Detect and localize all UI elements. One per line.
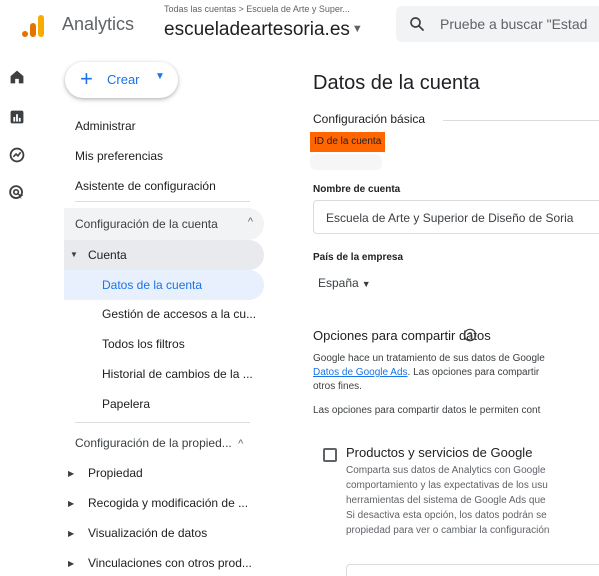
product-option-title: Productos y servicios de Google [346,445,533,460]
help-icon[interactable]: ? [463,328,477,342]
item-label: Visualización de datos [88,526,208,540]
expand-arrow-icon: ▼ [70,250,78,259]
info-card [346,564,599,576]
property-selector[interactable]: escueladeartesoria.es ▼ [164,19,363,41]
account-name-label: Nombre de cuenta [313,184,401,195]
item-label: Historial de cambios de la ... [102,367,253,381]
search-bar[interactable]: Pruebe a buscar "Estad [396,6,599,42]
sidebar-item-propiedad[interactable]: ▶ Propiedad [40,459,264,487]
section-title: Configuración de la cuenta [75,217,218,231]
account-settings-header[interactable]: Configuración de la cuenta ^ [64,208,264,240]
sidebar-item-visualizacion[interactable]: ▶ Visualización de datos [40,519,264,547]
sidebar-item-vinculaciones[interactable]: ▶ Vinculaciones con otros prod... [40,549,264,576]
section-title: Configuración de la propied... [75,436,232,450]
sharing-paragraph-line: otros fines. [313,381,362,392]
sharing-paragraph-line: Google hace un tratamiento de sus datos … [313,353,545,364]
item-label: Papelera [102,397,151,411]
chevron-up-icon: ^ [238,438,244,450]
sidebar-item-preferencias[interactable]: Mis preferencias [75,149,163,163]
basic-config-heading: Configuración básica [313,112,426,126]
caret-down-icon: ▼ [361,279,371,289]
sidebar-item-recogida[interactable]: ▶ Recogida y modificación de ... [40,489,264,517]
item-label: Todos los filtros [102,337,185,351]
top-bar: Analytics Todas las cuentas > Escuela de… [0,0,599,56]
sharing-paragraph-2: Las opciones para compartir datos le per… [313,405,541,416]
svg-text:?: ? [468,331,473,340]
sidebar-item-asistente[interactable]: Asistente de configuración [75,179,216,193]
caret-down-icon: ▼ [155,71,165,82]
sidebar-item-administrar[interactable]: Administrar [75,119,136,133]
main-content: Datos de la cuenta Configuración básica … [296,56,599,576]
reports-icon[interactable] [6,106,28,128]
account-id-value-redacted [310,154,382,170]
page-title: Datos de la cuenta [313,72,480,94]
google-products-checkbox[interactable] [323,448,337,462]
country-select[interactable]: España ▼ [318,276,371,290]
description-line: propiedad para ver o cambiar la configur… [346,525,550,536]
expand-arrow-icon: ▶ [68,529,75,538]
sidebar-group-cuenta[interactable]: ▼ Cuenta [64,240,264,270]
plus-icon: + [80,66,93,91]
sidebar-item-papelera[interactable]: Papelera [40,390,264,418]
description-line: Comparta sus datos de Analytics con Goog… [346,465,546,476]
expand-arrow-icon: ▶ [68,559,75,568]
breadcrumb[interactable]: Todas las cuentas > Escuela de Arte y Su… [164,4,350,14]
property-name: escueladeartesoria.es [164,19,350,40]
description-line: comportamiento y las expectativas de los… [346,480,548,491]
account-name-field[interactable]: Escuela de Arte y Superior de Diseño de … [313,200,599,234]
google-ads-data-link[interactable]: Datos de Google Ads [313,367,408,378]
search-icon [410,17,424,31]
caret-down-icon: ▼ [351,23,363,35]
item-label: Propiedad [88,466,143,480]
divider [75,422,250,423]
item-label: Gestión de accesos a la cu... [102,307,257,321]
property-settings-header[interactable]: Configuración de la propied... ^ [75,436,243,450]
analytics-logo-icon[interactable] [20,14,46,38]
account-name-value: Escuela de Arte y Superior de Diseño de … [326,211,574,225]
country-label: País de la empresa [313,252,404,263]
description-line: herramientas del sistema de Google Ads q… [346,495,546,506]
sidebar-item-filtros[interactable]: Todos los filtros [40,330,264,358]
nav-rail [0,56,40,576]
divider [443,120,599,121]
sidebar-item-historial[interactable]: Historial de cambios de la ... [40,360,264,388]
sidebar-item-datos-cuenta[interactable]: Datos de la cuenta [64,270,264,300]
create-button[interactable]: + Crear ▼ [65,62,178,98]
expand-arrow-icon: ▶ [68,499,75,508]
sidebar-item-gestion-accesos[interactable]: Gestión de accesos a la cu... [40,300,264,328]
divider [75,201,250,202]
item-label: Datos de la cuenta [102,278,203,292]
account-id-label: ID de la cuenta [310,132,386,152]
app-title: Analytics [62,14,135,34]
product-option-description: Comparta sus datos de Analytics con Goog… [346,463,549,538]
sharing-paragraph-line: Datos de Google Ads. Las opciones para c… [313,366,599,380]
country-value: España [318,276,359,290]
advertising-icon[interactable] [6,182,28,204]
chevron-up-icon: ^ [247,216,253,228]
create-button-label: Crear [107,72,140,87]
expand-arrow-icon: ▶ [68,469,75,478]
search-placeholder: Pruebe a buscar "Estad [440,16,588,32]
item-label: Recogida y modificación de ... [88,496,249,510]
group-label: Cuenta [88,248,127,262]
item-label: Vinculaciones con otros prod... [88,556,252,570]
description-line: Si desactiva esta opción, los datos podr… [346,510,547,521]
sidebar: + Crear ▼ Administrar Mis preferencias A… [40,56,276,576]
paragraph-text: . Las opciones para compartir [407,367,540,378]
explore-icon[interactable] [6,144,28,166]
home-icon[interactable] [6,66,28,88]
